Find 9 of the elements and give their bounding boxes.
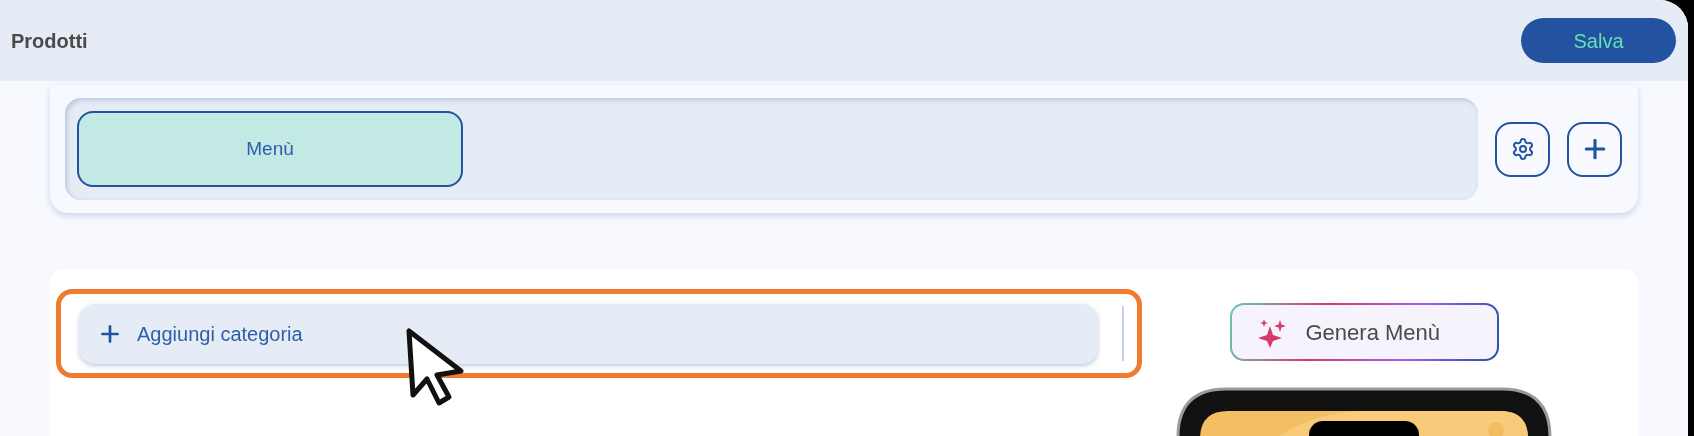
settings-icon	[1510, 137, 1535, 161]
page-title: Prodotti	[11, 28, 88, 54]
settings-button[interactable]	[1495, 121, 1550, 177]
save-button[interactable]: Salva	[1521, 18, 1676, 63]
menu-tab[interactable]: Menù	[77, 111, 463, 187]
add-category-button[interactable]: Aggiungi categoria	[79, 303, 1098, 364]
add-button[interactable]	[1567, 121, 1622, 177]
divider	[1122, 306, 1124, 361]
generate-menu-button[interactable]: Genera Menù	[1229, 303, 1499, 361]
